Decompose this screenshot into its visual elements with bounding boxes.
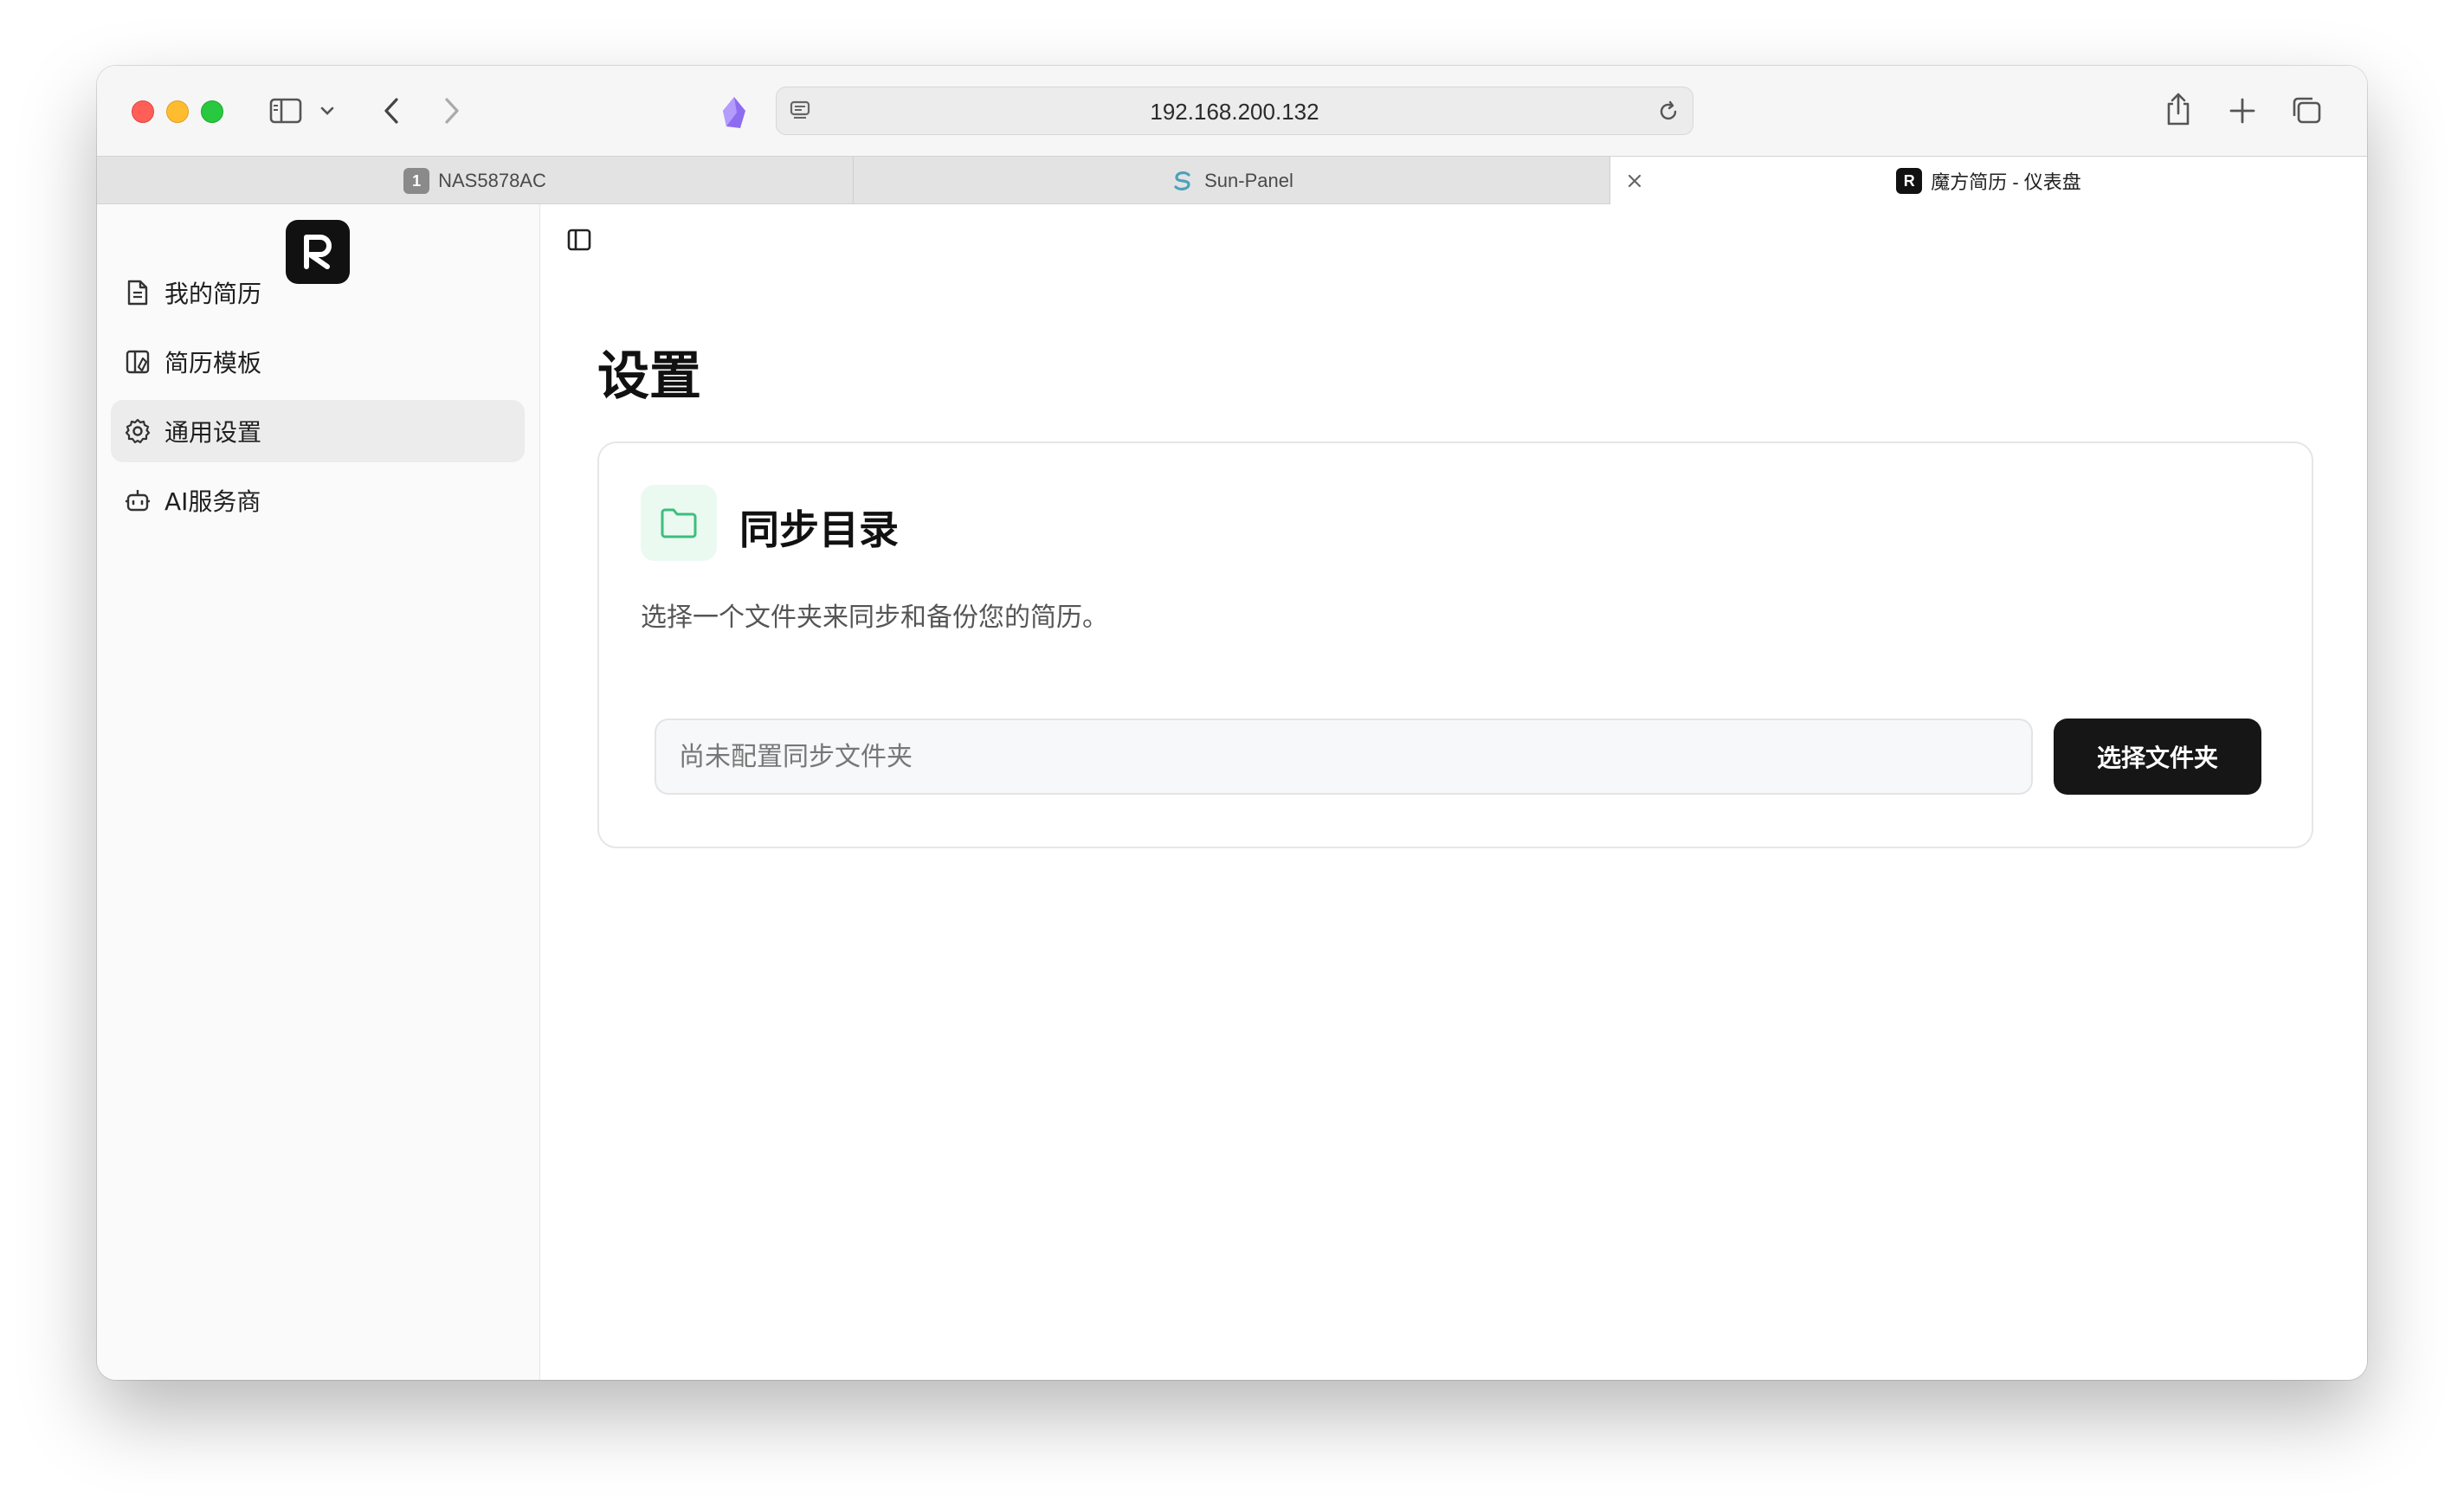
tab-bar: 1 NAS5878AC Sun-Panel R 魔方简历 - 仪表盘 — [97, 156, 2367, 205]
gear-icon — [123, 416, 152, 446]
url-text[interactable]: 192.168.200.132 — [777, 87, 1693, 136]
browser-window: 192.168.200.132 1 NAS5878AC Sun-Panel R … — [97, 66, 2367, 1380]
tab-label: 魔方简历 - 仪表盘 — [1931, 171, 2081, 193]
close-tab-icon[interactable] — [1622, 169, 1647, 193]
bot-icon — [123, 486, 152, 515]
close-window-button[interactable] — [132, 100, 154, 123]
forward-icon[interactable] — [435, 92, 469, 130]
sidebar-toggle-icon[interactable] — [267, 92, 305, 130]
page-title: 设置 — [597, 346, 701, 407]
choose-folder-button[interactable]: 选择文件夹 — [2054, 719, 2261, 795]
tab-label: NAS5878AC — [438, 170, 546, 191]
tab-sun-panel[interactable]: Sun-Panel — [854, 157, 1610, 205]
tab-label: Sun-Panel — [1204, 170, 1293, 191]
reload-icon[interactable] — [1654, 98, 1682, 126]
sidebar-item-general-settings[interactable]: 通用设置 — [111, 400, 525, 462]
address-bar[interactable]: 192.168.200.132 — [776, 87, 1693, 135]
tab-resume-dashboard[interactable]: R 魔方简历 - 仪表盘 — [1610, 157, 2367, 205]
browser-toolbar: 192.168.200.132 — [97, 66, 2367, 156]
sidebar-collapse-icon[interactable] — [564, 225, 594, 255]
sync-directory-card: 同步目录 选择一个文件夹来同步和备份您的简历。 选择文件夹 — [597, 441, 2313, 848]
back-icon[interactable] — [374, 92, 409, 130]
sun-panel-favicon-icon — [1170, 168, 1196, 194]
tab-favicon: 1 — [403, 168, 430, 194]
extension-crystal-icon[interactable] — [717, 93, 751, 132]
new-tab-icon[interactable] — [2223, 92, 2261, 130]
tab-nas[interactable]: 1 NAS5878AC — [97, 157, 854, 205]
chevron-down-icon[interactable] — [317, 100, 338, 121]
app-sidebar: 我的简历 简历模板 通用设置 AI服务商 — [97, 204, 540, 1380]
sync-folder-path-input[interactable] — [655, 719, 2033, 795]
document-icon — [123, 278, 152, 307]
card-title: 同步目录 — [739, 506, 899, 553]
sidebar-item-ai-providers[interactable]: AI服务商 — [111, 469, 525, 532]
tab-overview-icon[interactable] — [2287, 92, 2325, 130]
folder-icon — [641, 485, 717, 561]
sidebar-item-label: AI服务商 — [164, 487, 261, 516]
card-description: 选择一个文件夹来同步和备份您的简历。 — [641, 603, 1108, 633]
sidebar-item-templates[interactable]: 简历模板 — [111, 331, 525, 393]
main-content: 设置 同步目录 选择一个文件夹来同步和备份您的简历。 选择文件夹 — [540, 204, 2367, 1380]
template-icon — [123, 347, 152, 377]
tab-favicon: R — [1896, 168, 1923, 194]
share-icon[interactable] — [2159, 88, 2197, 130]
sidebar-item-label: 我的简历 — [164, 280, 262, 308]
sidebar-item-label: 通用设置 — [164, 418, 262, 447]
sidebar-item-my-resumes[interactable]: 我的简历 — [111, 261, 525, 324]
minimize-window-button[interactable] — [166, 100, 189, 123]
zoom-window-button[interactable] — [201, 100, 223, 123]
sidebar-item-label: 简历模板 — [164, 349, 262, 377]
